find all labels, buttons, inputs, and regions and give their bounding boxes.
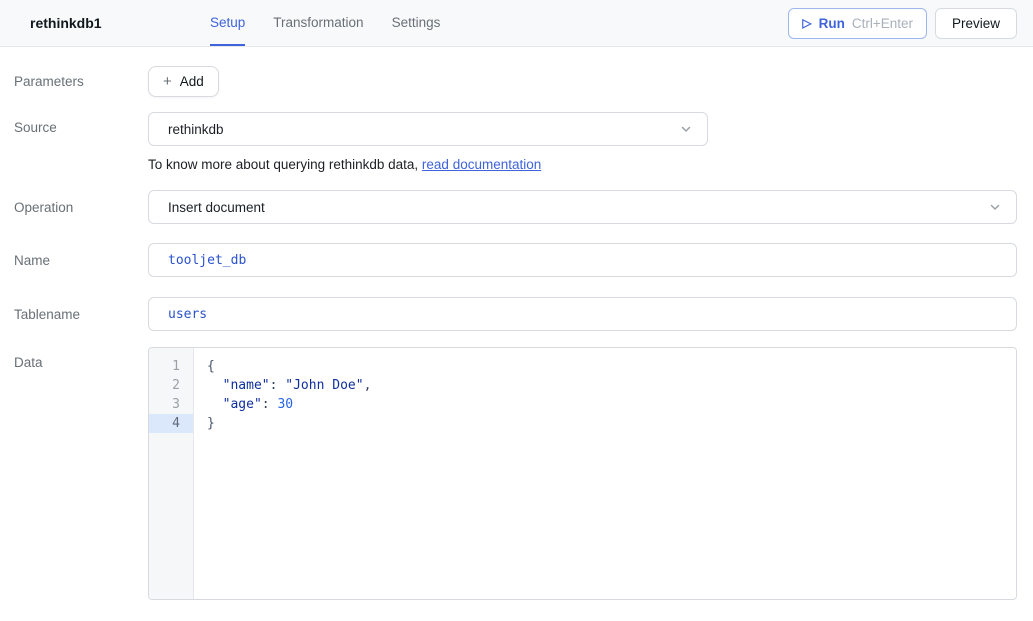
line-number: 2 [149,376,193,395]
parameters-label: Parameters [14,74,148,89]
operation-label: Operation [14,200,148,215]
query-name[interactable]: rethinkdb1 [30,0,210,46]
header-actions: ▷ Run Ctrl+Enter Preview [788,0,1017,46]
source-label: Source [14,112,148,135]
add-parameter-button[interactable]: + Add [148,66,219,97]
tab-transformation[interactable]: Transformation [273,0,363,46]
data-code-editor[interactable]: 1234 { "name": "John Doe", "age": 30} [148,347,1017,600]
source-select-value: rethinkdb [168,122,224,137]
parameters-row: Parameters + Add [14,66,1017,97]
source-row: Source rethinkdb To know more about quer… [14,112,1017,172]
source-help-prefix: To know more about querying rethinkdb da… [148,157,422,172]
line-number: 3 [149,395,193,414]
chevron-down-icon [679,122,693,136]
operation-select[interactable]: Insert document [148,190,1017,224]
code-editor-lines[interactable]: { "name": "John Doe", "age": 30} [194,348,1016,599]
operation-select-value: Insert document [168,200,265,215]
name-row: Name [14,243,1017,277]
tab-setup[interactable]: Setup [210,0,245,46]
tab-settings[interactable]: Settings [392,0,441,46]
code-line[interactable]: "age": 30 [207,395,1016,414]
read-documentation-link[interactable]: read documentation [422,157,541,172]
run-button[interactable]: ▷ Run Ctrl+Enter [788,8,927,39]
code-line[interactable]: "name": "John Doe", [207,376,1016,395]
code-line[interactable]: { [207,357,1016,376]
name-label: Name [14,253,148,268]
data-row: Data 1234 { "name": "John Doe", "age": 3… [14,347,1017,600]
add-parameter-label: Add [180,74,204,89]
data-label: Data [14,347,148,370]
preview-button-label: Preview [952,16,1000,31]
line-number: 4 [149,414,193,433]
source-select[interactable]: rethinkdb [148,112,708,146]
query-editor-header: rethinkdb1 Setup Transformation Settings… [0,0,1033,47]
play-icon: ▷ [802,16,811,30]
run-shortcut-hint: Ctrl+Enter [852,16,913,31]
code-editor-gutter: 1234 [149,348,194,599]
tablename-row: Tablename [14,297,1017,331]
line-number: 1 [149,357,193,376]
chevron-down-icon [988,200,1002,214]
run-button-label: Run [819,16,845,31]
preview-button[interactable]: Preview [935,8,1017,39]
code-line[interactable]: } [207,414,1016,433]
tablename-input[interactable] [148,297,1017,331]
plus-icon: + [163,73,172,90]
name-input[interactable] [148,243,1017,277]
tablename-label: Tablename [14,307,148,322]
operation-row: Operation Insert document [14,190,1017,224]
tab-bar: Setup Transformation Settings [210,0,440,46]
source-help-text: To know more about querying rethinkdb da… [148,157,1017,172]
query-setup-form: Parameters + Add Source rethinkdb To kno… [0,47,1033,600]
